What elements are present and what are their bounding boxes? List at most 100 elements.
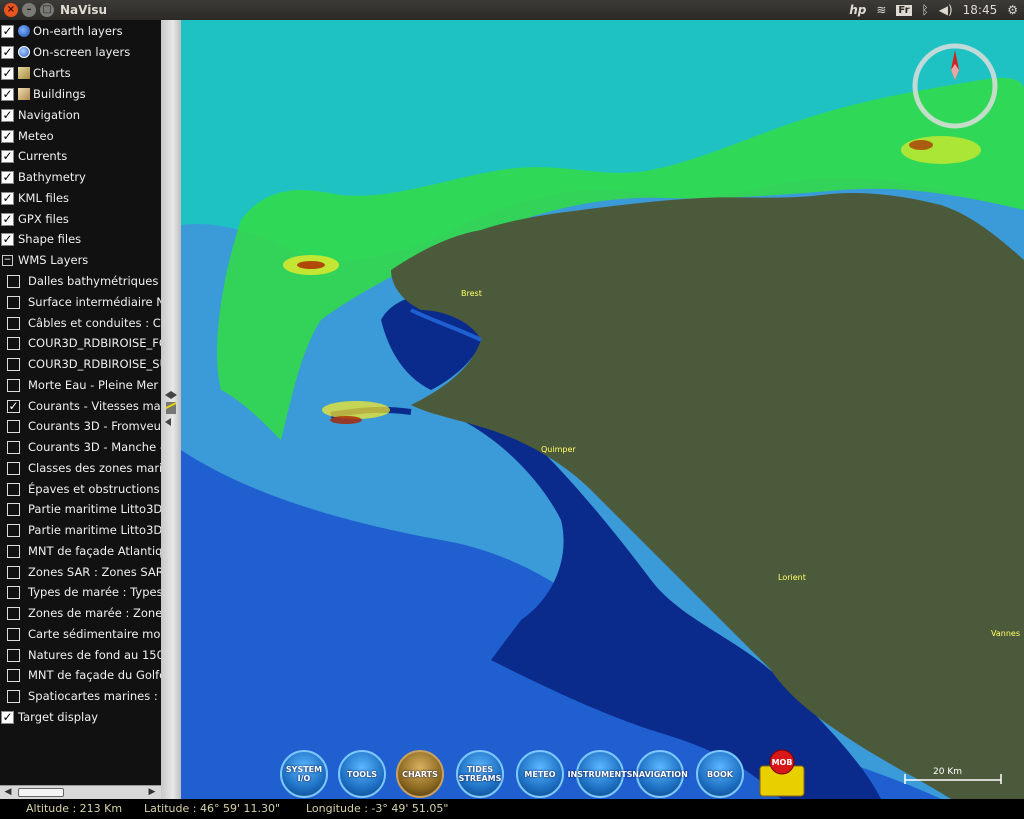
layer-checkbox[interactable] <box>7 627 20 641</box>
layer-shape[interactable]: ✓ Shape files <box>0 229 81 249</box>
wms-layer-item[interactable]: Spatiocartes marines : Do <box>0 686 161 706</box>
gear-icon[interactable]: ⚙ <box>1007 3 1018 17</box>
wms-layer-item[interactable]: Types de marée : Types c <box>0 582 161 602</box>
hp-icon[interactable]: hp <box>849 3 866 17</box>
wms-layer-item[interactable]: Natures de fond au 150 C <box>0 645 161 665</box>
keyboard-layout-indicator[interactable]: Fr <box>896 4 912 16</box>
wms-layer-item[interactable]: Zones de marée : Zones c <box>0 603 161 623</box>
close-button[interactable]: × <box>4 3 18 17</box>
layer-checkbox[interactable]: ✓ <box>1 710 14 724</box>
layer-label: Spatiocartes marines : Do <box>28 689 161 703</box>
layer-checkbox[interactable] <box>7 295 20 309</box>
layer-target-display[interactable]: ✓ Target display <box>0 707 98 727</box>
layer-wms-group[interactable]: − WMS Layers <box>0 250 88 270</box>
layer-checkbox[interactable]: ✓ <box>1 24 14 38</box>
wms-layer-item[interactable]: Carte sédimentaire mond <box>0 624 161 644</box>
layer-currents[interactable]: ✓ Currents <box>0 146 67 166</box>
layer-checkbox[interactable] <box>7 378 20 392</box>
layer-checkbox[interactable] <box>7 565 20 579</box>
layer-checkbox[interactable]: ✓ <box>1 45 14 59</box>
layer-gpx[interactable]: ✓ GPX files <box>0 209 69 229</box>
earth-icon <box>18 25 30 37</box>
wms-layer-item[interactable]: Câbles et conduites : Cab <box>0 313 161 333</box>
layer-checkbox[interactable]: ✓ <box>1 108 14 122</box>
bluetooth-icon[interactable]: ᛒ <box>922 3 929 17</box>
tools-button[interactable]: TOOLS <box>338 750 386 798</box>
charts-button[interactable]: CHARTS <box>396 750 444 798</box>
layer-checkbox[interactable] <box>7 523 20 537</box>
layer-checkbox[interactable]: ✓ <box>1 212 14 226</box>
layer-checkbox[interactable] <box>7 274 20 288</box>
instruments-button[interactable]: INSTRUMENTS <box>568 750 632 798</box>
maximize-button[interactable]: □ <box>40 3 54 17</box>
collapse-icon[interactable]: − <box>2 254 13 266</box>
layer-buildings[interactable]: ✓ Buildings <box>0 84 86 104</box>
layer-checkbox[interactable]: ✓ <box>1 232 14 246</box>
layer-checkbox[interactable] <box>7 316 20 330</box>
clock[interactable]: 18:45 <box>963 3 998 17</box>
layer-checkbox[interactable] <box>7 689 20 703</box>
layer-checkbox[interactable] <box>7 336 20 350</box>
wms-layer-item[interactable]: Partie maritime Litto3D® <box>0 499 161 519</box>
layer-label: Classes des zones maritin <box>28 461 161 475</box>
wms-layer-item[interactable]: Courants 3D - Manche - s <box>0 437 161 457</box>
scroll-left-arrow-icon[interactable]: ◀ <box>2 786 14 799</box>
wms-layer-item[interactable]: Épaves et obstructions : I <box>0 479 161 499</box>
splitter-handle-icon[interactable] <box>162 390 180 428</box>
layer-checkbox[interactable] <box>7 502 20 516</box>
layer-on-screen[interactable]: ✓ On-screen layers <box>0 42 130 62</box>
navigation-button[interactable]: NAVIGATION <box>632 750 688 798</box>
layer-checkbox[interactable]: ✓ <box>7 399 20 413</box>
layer-label: Buildings <box>33 87 86 101</box>
book-button[interactable]: BOOK <box>696 750 744 798</box>
wms-layer-item[interactable]: Courants 3D - Fromveur s <box>0 416 161 436</box>
scrollbar-thumb[interactable] <box>18 788 64 797</box>
layer-checkbox[interactable] <box>7 461 20 475</box>
wms-layer-item[interactable]: MNT de façade du Golfe c <box>0 665 161 685</box>
layer-meteo[interactable]: ✓ Meteo <box>0 126 54 146</box>
layer-checkbox[interactable]: ✓ <box>1 149 14 163</box>
wms-layer-item[interactable]: Morte Eau - Pleine Mer Br <box>0 375 161 395</box>
wms-layer-item[interactable]: Surface intermédiaire Niv <box>0 292 161 312</box>
layer-on-earth[interactable]: ✓ On-earth layers <box>0 21 123 41</box>
wms-layer-item[interactable]: Classes des zones maritin <box>0 458 161 478</box>
tides-streams-button[interactable]: TIDES STREAMS <box>456 750 504 798</box>
layer-checkbox[interactable]: ✓ <box>1 66 14 80</box>
globe-map-view[interactable]: Brest Quimper Lorient Vannes 20 Km <box>181 20 1024 799</box>
system-io-button[interactable]: SYSTEM I/O <box>280 750 328 798</box>
layer-checkbox[interactable]: ✓ <box>1 191 14 205</box>
layer-bathymetry[interactable]: ✓ Bathymetry <box>0 167 86 187</box>
volume-icon[interactable]: ◀) <box>939 3 953 17</box>
layer-checkbox[interactable]: ✓ <box>1 170 14 184</box>
sidebar-horizontal-scrollbar[interactable]: ◀ ▶ <box>0 785 161 799</box>
layer-checkbox[interactable] <box>7 668 20 682</box>
layer-checkbox[interactable]: ✓ <box>1 87 14 101</box>
layer-checkbox[interactable] <box>7 440 20 454</box>
layer-navigation[interactable]: ✓ Navigation <box>0 105 80 125</box>
wms-layer-item[interactable]: Dalles bathymétriques : D <box>0 271 161 291</box>
wms-layer-item[interactable]: MNT de façade Atlantique <box>0 541 161 561</box>
layer-checkbox[interactable] <box>7 648 20 662</box>
layer-label: Shape files <box>18 232 82 246</box>
wifi-icon[interactable]: ≋ <box>876 3 886 17</box>
scroll-right-arrow-icon[interactable]: ▶ <box>146 786 158 799</box>
wms-layer-item[interactable]: COUR3D_RDBIROISE_FON <box>0 333 161 353</box>
wms-layer-item[interactable]: ✓ Courants - Vitesses maxi <box>0 396 161 416</box>
layer-checkbox[interactable] <box>7 606 20 620</box>
layers-panel: ✓ On-earth layers ✓ On-screen layers ✓ Char… <box>0 20 161 785</box>
layer-checkbox[interactable] <box>7 482 20 496</box>
layer-checkbox[interactable] <box>7 585 20 599</box>
layer-checkbox[interactable]: ✓ <box>1 129 14 143</box>
layer-kml[interactable]: ✓ KML files <box>0 188 69 208</box>
layer-checkbox[interactable] <box>7 357 20 371</box>
wms-layer-item[interactable]: Zones SAR : Zones SAR <box>0 562 161 582</box>
layer-charts[interactable]: ✓ Charts <box>0 63 71 83</box>
layer-checkbox[interactable] <box>7 544 20 558</box>
bathymetry-map[interactable]: Brest Quimper Lorient Vannes 20 Km <box>181 20 1024 799</box>
meteo-button[interactable]: METEO <box>516 750 564 798</box>
wms-layer-item[interactable]: COUR3D_RDBIROISE_SUR <box>0 354 161 374</box>
minimize-button[interactable]: – <box>22 3 36 17</box>
layer-checkbox[interactable] <box>7 419 20 433</box>
man-overboard-button[interactable]: MOB <box>756 748 808 798</box>
wms-layer-item[interactable]: Partie maritime Litto3D® <box>0 520 161 540</box>
